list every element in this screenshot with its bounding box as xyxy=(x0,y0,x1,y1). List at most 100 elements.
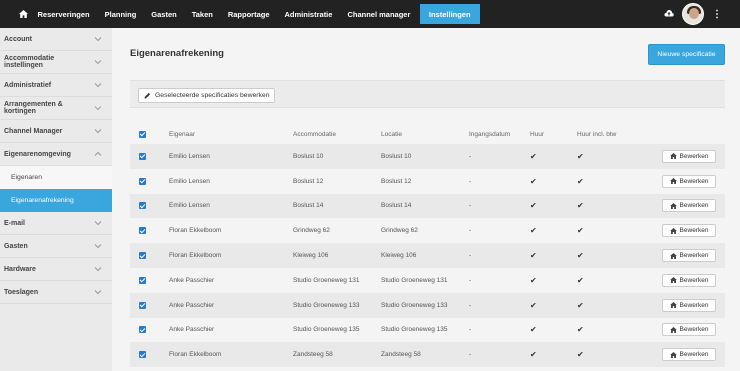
sidebar-item-administratief[interactable]: Administratief xyxy=(0,74,112,97)
new-specification-button[interactable]: Nieuwe specificatie xyxy=(648,44,725,65)
location-cell: Grindweg 62 xyxy=(381,227,418,235)
chevron-down-icon xyxy=(94,221,102,226)
home-icon xyxy=(669,178,677,185)
edit-row-label: Bewerken xyxy=(679,227,709,235)
check-icon: ✔ xyxy=(577,251,584,261)
check-icon: ✔ xyxy=(577,226,584,236)
check-icon: ✔ xyxy=(530,325,537,335)
table-header: Eigenaar Accommodatie Locatie Ingangsdat… xyxy=(130,124,725,144)
row-checkbox[interactable] xyxy=(139,227,146,235)
cloud-upload-icon[interactable] xyxy=(664,9,674,19)
table-row: Anke Passchier Studio Groeneweg 135 Studio… xyxy=(130,318,725,343)
sidebar-item-gasten[interactable]: Gasten xyxy=(0,235,112,258)
sidebar-subitem-eigenaren[interactable]: Eigenaren xyxy=(0,166,112,189)
row-checkbox[interactable] xyxy=(139,252,146,260)
nav-rapportage[interactable]: Rapportage xyxy=(220,0,277,28)
sidebar-item-label: Account xyxy=(4,35,32,43)
sidebar-item-email[interactable]: E-mail xyxy=(0,212,112,235)
sidebar-item-toeslagen[interactable]: Toeslagen xyxy=(0,281,112,304)
edit-row-button[interactable]: Bewerken xyxy=(662,199,716,213)
nav-administratie[interactable]: Administratie xyxy=(277,0,340,28)
edit-row-button[interactable]: Bewerken xyxy=(662,249,716,263)
location-cell: Boslust 14 xyxy=(381,202,412,210)
check-icon: ✔ xyxy=(530,176,537,186)
sidebar-item-hardware[interactable]: Hardware xyxy=(0,258,112,281)
row-checkbox[interactable] xyxy=(139,301,146,309)
table-row: Emilio Lensen Boslust 10 Boslust 10 - ✔ ✔ Bewe… xyxy=(130,144,725,169)
sidebar-item-label: Administratief xyxy=(4,81,52,89)
edit-row-label: Bewerken xyxy=(679,252,709,260)
table-row: Emilio Lensen Boslust 14 Boslust 14 - ✔ ✔ Bewe… xyxy=(130,193,725,219)
main-content: Eigenarenafrekening Nieuwe specificatie … xyxy=(112,28,740,371)
vertical-dots-icon[interactable]: ⋮ xyxy=(712,9,722,20)
check-icon: ✔ xyxy=(530,201,537,211)
owner-cell: Floran Ekkelboom xyxy=(169,252,222,260)
row-checkbox[interactable] xyxy=(139,202,146,210)
sidebar-item-label: Toeslagen xyxy=(4,288,39,296)
edit-row-button[interactable]: Bewerken xyxy=(662,174,716,188)
home-icon xyxy=(669,351,677,358)
avatar[interactable] xyxy=(682,3,704,25)
top-navigation: Reserveringen Planning Gasten Taken Rapp… xyxy=(0,0,740,28)
home-icon[interactable] xyxy=(16,0,30,28)
accommodation-cell: Studio Groeneweg 135 xyxy=(293,326,360,334)
sidebar-item-channel-manager[interactable]: Channel Manager xyxy=(0,120,112,143)
start-date-cell: - xyxy=(469,227,472,235)
accommodation-cell: Boslust 10 xyxy=(293,152,324,160)
table-row: Floran Ekkelboom Zandsteeg 58 Zandsteeg 58… xyxy=(130,342,725,368)
start-date-cell: - xyxy=(469,326,472,334)
sidebar-item-arrangementen[interactable]: Arrangementen & kortingen xyxy=(0,97,112,120)
row-checkbox[interactable] xyxy=(139,276,146,284)
check-icon: ✔ xyxy=(577,350,584,360)
nav-taken[interactable]: Taken xyxy=(184,0,220,28)
home-icon xyxy=(669,302,677,309)
accommodation-cell: Studio Groeneweg 131 xyxy=(293,276,360,284)
location-cell: Kleiweg 106 xyxy=(381,252,417,260)
edit-row-label: Bewerken xyxy=(679,202,709,210)
chevron-down-icon xyxy=(94,244,102,249)
check-icon: ✔ xyxy=(577,201,584,211)
edit-row-button[interactable]: Bewerken xyxy=(662,323,716,337)
header-huur-incl-btw: Huur incl. btw xyxy=(577,130,617,138)
start-date-cell: - xyxy=(469,276,472,284)
location-cell: Studio Groeneweg 131 xyxy=(381,276,448,284)
check-icon: ✔ xyxy=(577,151,584,161)
table-row: Anke Passchier Studio Groeneweg 133 Studio… xyxy=(130,292,725,318)
header-ingangsdatum: Ingangsdatum xyxy=(469,130,511,138)
check-icon: ✔ xyxy=(530,300,537,310)
edit-row-button[interactable]: Bewerken xyxy=(662,348,716,362)
header-huur: Huur xyxy=(530,130,545,138)
nav-instellingen[interactable]: Instellingen xyxy=(419,4,480,24)
edit-row-button[interactable]: Bewerken xyxy=(662,298,716,312)
home-icon xyxy=(669,153,677,160)
row-checkbox[interactable] xyxy=(139,351,146,359)
check-icon: ✔ xyxy=(577,275,584,285)
table-row: Floran Ekkelboom Grindweg 62 Grindweg 62 - ✔… xyxy=(130,218,725,243)
table-row: Emilio Lensen Boslust 12 Boslust 12 - ✔ ✔ Bewe… xyxy=(130,169,725,194)
chevron-down-icon xyxy=(94,129,102,134)
edit-row-label: Bewerken xyxy=(679,326,709,334)
sidebar-item-account[interactable]: Account xyxy=(0,28,112,51)
sidebar-item-accommodatie-instellingen[interactable]: Accommodatie instellingen xyxy=(0,51,112,74)
nav-channel-manager[interactable]: Channel manager xyxy=(340,0,418,28)
edit-row-button[interactable]: Bewerken xyxy=(662,224,716,238)
row-checkbox[interactable] xyxy=(139,152,146,160)
sidebar-subitem-eigenarenafrekening[interactable]: Eigenarenafrekening xyxy=(0,189,112,212)
edit-row-label: Bewerken xyxy=(679,276,709,284)
nav-gasten[interactable]: Gasten xyxy=(144,0,184,28)
edit-row-button[interactable]: Bewerken xyxy=(662,149,716,163)
nav-planning[interactable]: Planning xyxy=(97,0,144,28)
check-icon: ✔ xyxy=(577,176,584,186)
nav-reserveringen[interactable]: Reserveringen xyxy=(30,0,97,28)
row-checkbox[interactable] xyxy=(139,177,146,185)
start-date-cell: - xyxy=(469,301,472,309)
owner-cell: Anke Passchier xyxy=(169,276,215,284)
row-checkbox[interactable] xyxy=(139,326,146,334)
select-all-checkbox[interactable] xyxy=(139,130,146,138)
edit-selected-button[interactable]: Geselecteerde specificaties bewerken xyxy=(138,88,276,103)
owner-cell: Anke Passchier xyxy=(169,326,215,334)
sidebar-item-eigenarenomgeving[interactable]: Eigenarenomgeving xyxy=(0,143,112,166)
edit-row-button[interactable]: Bewerken xyxy=(662,273,716,287)
sidebar-item-label: E-mail xyxy=(4,219,26,227)
sidebar: Account Accommodatie instellingen Admini… xyxy=(0,28,112,371)
